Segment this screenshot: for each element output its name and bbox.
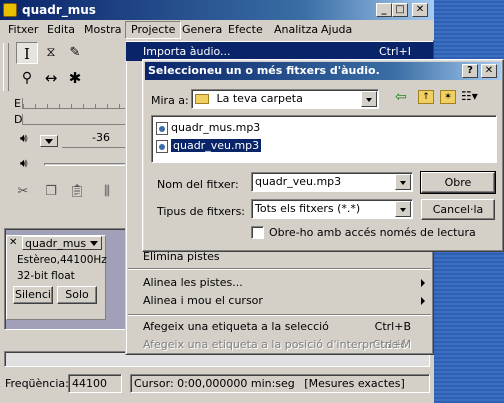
menu-separator xyxy=(128,268,431,270)
file-name: quadr_mus.mp3 xyxy=(171,121,261,134)
readonly-checkbox[interactable] xyxy=(251,226,264,239)
draw-tool-icon[interactable]: ✎ xyxy=(64,42,86,64)
menu-fitxer[interactable]: Fitxer xyxy=(3,21,43,39)
speaker-icon: 🔊︎ xyxy=(20,131,28,145)
track-menu-arrow-icon xyxy=(90,241,98,246)
file-item-selected[interactable]: quadr_veu.mp3 xyxy=(156,138,263,154)
cancel-button[interactable]: Cancel·la xyxy=(421,199,495,220)
menu-separator xyxy=(128,314,431,316)
meter-left-label: E xyxy=(14,97,21,110)
envelope-tool-icon[interactable]: ⧖ xyxy=(40,42,62,64)
menu-edita[interactable]: Edita xyxy=(42,21,80,39)
zoom-tool-icon[interactable]: ⚲ xyxy=(16,67,38,89)
menu-item-align-move-cursor[interactable]: Alinea i mou el cursor xyxy=(126,291,433,310)
trim-icon[interactable]: ⫼ xyxy=(96,181,118,203)
mute-button[interactable]: Silenci xyxy=(13,286,53,304)
new-folder-icon[interactable]: ✶ xyxy=(440,90,456,104)
dropdown-arrow-icon xyxy=(395,201,411,217)
selection-tool-icon[interactable]: I xyxy=(16,42,38,64)
dialog-titlebar: Seleccioneu un o més fitxers d'àudio. ? … xyxy=(145,62,501,80)
paste-icon[interactable]: 📋︎ xyxy=(66,181,88,203)
filetype-value: Tots els fitxers (*.*) xyxy=(255,202,361,215)
menu-item-label: Alinea les pistes... xyxy=(143,276,243,289)
meter-right xyxy=(22,114,127,125)
menu-ajuda[interactable]: Ajuda xyxy=(316,21,357,39)
record-volume-slider[interactable] xyxy=(44,163,128,166)
submenu-arrow-icon xyxy=(421,279,425,287)
audio-file-icon xyxy=(156,121,168,135)
menu-item-label: Afegeix una etiqueta a la posició d'inte… xyxy=(143,338,408,351)
menu-item-accel: Ctrl+M xyxy=(372,338,411,351)
menu-item-align-tracks[interactable]: Alinea les pistes... xyxy=(126,273,433,292)
file-name: quadr_veu.mp3 xyxy=(169,138,263,153)
track-info-rate: Estèreo,44100Hz xyxy=(17,254,107,266)
open-button[interactable]: Obre xyxy=(420,171,496,194)
readonly-label: Obre-ho amb accés només de lectura xyxy=(269,226,476,239)
frequency-label: Freqüència: xyxy=(5,377,69,390)
filename-input[interactable]: quadr_veu.mp3 xyxy=(251,172,413,192)
filetype-select[interactable]: Tots els fitxers (*.*) xyxy=(251,199,413,219)
tools-grip xyxy=(3,43,9,91)
menu-item-label: Alinea i mou el cursor xyxy=(143,294,263,307)
menu-bar: Fitxer Edita Mostra Projecte Genera Efec… xyxy=(0,21,434,40)
dialog-help-button[interactable]: ? xyxy=(462,64,478,78)
cut-icon[interactable]: ✂ xyxy=(12,181,34,203)
folder-icon xyxy=(195,94,209,104)
menu-genera[interactable]: Genera xyxy=(177,21,227,39)
open-file-dialog: Seleccioneu un o més fitxers d'àudio. ? … xyxy=(142,59,504,252)
dropdown-arrow-icon xyxy=(361,91,377,107)
mic-icon: 🔊︎ xyxy=(20,156,28,170)
ruler-baseline xyxy=(62,147,128,148)
audio-file-icon xyxy=(156,139,168,153)
window-titlebar: quadr_mus _ □ ✕ xyxy=(0,0,434,20)
look-in-value: La teva carpeta xyxy=(216,92,303,105)
edit-toolbar: ✂ ❐ 📋︎ ⫼ xyxy=(4,179,128,205)
up-folder-icon[interactable]: ↑ xyxy=(418,90,434,104)
play-meter-dropdown-icon[interactable] xyxy=(40,135,58,147)
back-icon[interactable]: ⇦ xyxy=(395,89,407,105)
meter-left xyxy=(22,98,127,109)
window-title: quadr_mus xyxy=(22,3,96,17)
copy-icon[interactable]: ❐ xyxy=(40,181,62,203)
close-button[interactable]: ✕ xyxy=(412,3,428,17)
file-item[interactable]: quadr_mus.mp3 xyxy=(156,120,260,136)
menu-efecte[interactable]: Efecte xyxy=(223,21,268,39)
menu-item-label: Importa àudio... xyxy=(143,45,231,58)
track-info-format: 32-bit float xyxy=(17,270,75,282)
multi-tool-icon[interactable]: ✱ xyxy=(64,67,86,89)
filetype-label: Tipus de fitxers: xyxy=(157,205,246,218)
minimize-button[interactable]: _ xyxy=(376,3,392,17)
dialog-close-button[interactable]: ✕ xyxy=(481,64,497,78)
timeshift-tool-icon[interactable]: ↔ xyxy=(40,67,62,89)
filename-label: Nom del fitxer: xyxy=(157,178,239,191)
track-name: quadr_mus xyxy=(25,237,87,250)
maximize-button[interactable]: □ xyxy=(392,3,408,17)
view-menu-icon[interactable]: ☷▾ xyxy=(461,90,485,104)
solo-button[interactable]: Solo xyxy=(57,286,97,304)
look-in-label: Mira a: xyxy=(151,94,189,107)
app-icon xyxy=(3,3,17,17)
ruler-tick-label: -36 xyxy=(92,131,110,144)
cursor-position: Cursor: 0:00,000000 min:seg [Mesures exa… xyxy=(130,374,430,393)
snap-text: [Mesures exactes] xyxy=(304,377,405,390)
cursor-text: Cursor: 0:00,000000 min:seg xyxy=(134,377,295,390)
tools-palette: I ⧖ ✎ ⚲ ↔ ✱ xyxy=(4,41,81,93)
menu-mostra[interactable]: Mostra xyxy=(79,21,127,39)
dialog-title: Seleccioneu un o més fitxers d'àudio. xyxy=(148,64,380,77)
filename-value: quadr_veu.mp3 xyxy=(255,175,342,188)
menu-item-add-label-playback: Afegeix una etiqueta a la posició d'inte… xyxy=(126,335,433,354)
submenu-arrow-icon xyxy=(421,297,425,305)
frequency-field[interactable]: 44100 xyxy=(68,374,122,393)
menu-projecte[interactable]: Projecte xyxy=(125,21,182,39)
look-in-select[interactable]: La teva carpeta xyxy=(191,89,379,109)
menu-item-add-label-selection[interactable]: Afegeix una etiqueta a la selecció Ctrl+… xyxy=(126,317,433,336)
track-name-button[interactable]: quadr_mus xyxy=(22,236,102,250)
file-list: quadr_mus.mp3 quadr_veu.mp3 xyxy=(151,115,497,163)
menu-item-accel: Ctrl+B xyxy=(374,320,411,333)
track-close-icon[interactable]: ✕ xyxy=(9,237,17,248)
status-bar: Freqüència: 44100 Cursor: 0:00,000000 mi… xyxy=(0,372,434,396)
menu-item-label: Afegeix una etiqueta a la selecció xyxy=(143,320,329,333)
dropdown-arrow-icon xyxy=(395,174,411,190)
